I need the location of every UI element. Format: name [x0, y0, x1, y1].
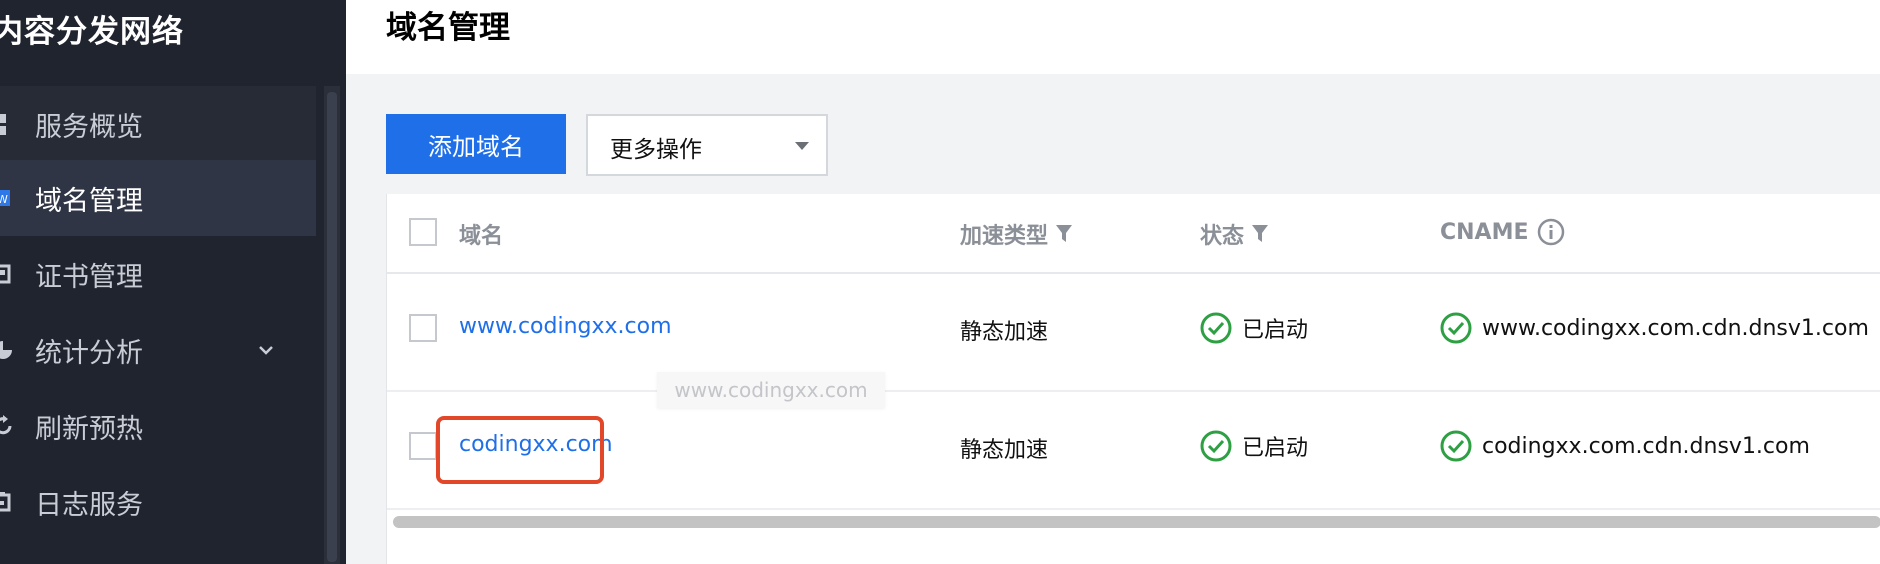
acceleration-type: 静态加速 [960, 438, 1049, 463]
column-header-type: 加速类型 [960, 218, 1073, 250]
sidebar-item-label: 日志服务 [35, 489, 143, 521]
cname-cell: codingxx.com.cdn.dnsv1.com [1440, 430, 1810, 462]
sidebar-item-statistics[interactable]: 统计分析 [0, 312, 316, 388]
acceleration-type: 静态加速 [960, 320, 1049, 345]
check-circle-icon [1200, 312, 1232, 344]
check-circle-icon [1440, 312, 1472, 344]
domain-icon: W [0, 190, 10, 206]
add-domain-button[interactable]: 添加域名 [386, 114, 566, 174]
page-title: 域名管理 [386, 10, 510, 46]
domain-link[interactable]: www.codingxx.com [459, 314, 672, 339]
table-row: www.codingxx.com 静态加速 已启动 www.codingxx.c… [387, 274, 1880, 392]
sidebar-item-domain[interactable]: W 域名管理 [0, 160, 316, 236]
sidebar-item-label: 域名管理 [35, 185, 143, 217]
filter-icon[interactable] [1252, 225, 1269, 243]
sidebar-item-label: 服务概览 [35, 111, 143, 143]
chevron-down-icon[interactable] [258, 344, 274, 356]
highlight-annotation [436, 416, 604, 484]
sidebar-item-label: 刷新预热 [35, 413, 143, 445]
table-header: 域名 加速类型 状态 CNAME [387, 194, 1880, 274]
chart-icon [0, 341, 12, 359]
info-icon[interactable] [1537, 218, 1565, 246]
refresh-icon [0, 415, 12, 435]
sidebar-scrollbar-thumb[interactable] [327, 92, 337, 562]
sidebar-item-label: 统计分析 [35, 337, 143, 369]
certificate-icon [0, 264, 11, 284]
status-cell: 已启动 [1200, 430, 1308, 462]
status-text: 已启动 [1242, 318, 1309, 343]
status-text: 已启动 [1242, 436, 1309, 461]
column-header-domain: 域名 [459, 224, 504, 249]
sidebar-item-label: 证书管理 [35, 261, 143, 293]
status-cell: 已启动 [1200, 312, 1308, 344]
svg-text:W: W [0, 193, 8, 206]
more-actions-label: 更多操作 [610, 137, 702, 163]
caret-down-icon [795, 142, 809, 150]
select-all-checkbox[interactable] [409, 218, 437, 246]
sidebar: 内容分发网络 服务概览 W 域名管理 证书管理 统计分析 刷新预热 日志服务 [0, 0, 346, 564]
domain-table: 域名 加速类型 状态 CNAME www.codingxx.com 静态加速 已… [386, 194, 1880, 564]
sidebar-item-refresh[interactable]: 刷新预热 [0, 388, 316, 464]
overview-icon [0, 114, 6, 135]
log-icon [0, 492, 11, 512]
check-circle-icon [1200, 430, 1232, 462]
row-checkbox[interactable] [409, 432, 437, 460]
row-checkbox[interactable] [409, 314, 437, 342]
sidebar-item-certificate[interactable]: 证书管理 [0, 236, 316, 312]
cname-text: www.codingxx.com.cdn.dnsv1.com [1482, 315, 1869, 341]
page-header: 域名管理 [346, 0, 1880, 74]
more-actions-select[interactable]: 更多操作 [586, 114, 828, 176]
cname-cell: www.codingxx.com.cdn.dnsv1.com [1440, 312, 1869, 344]
sidebar-item-overview[interactable]: 服务概览 [0, 86, 316, 162]
domain-tooltip: www.codingxx.com [657, 372, 885, 408]
filter-icon[interactable] [1056, 225, 1073, 243]
cname-text: codingxx.com.cdn.dnsv1.com [1482, 433, 1810, 459]
sidebar-title: 内容分发网络 [0, 14, 184, 50]
sidebar-scrollbar[interactable] [324, 86, 340, 564]
table-row: codingxx.com 静态加速 已启动 codingxx.com.cdn.d… [387, 392, 1880, 510]
column-header-cname: CNAME [1440, 218, 1565, 246]
column-header-status: 状态 [1200, 218, 1269, 250]
horizontal-scrollbar[interactable] [393, 516, 1880, 528]
sidebar-item-log[interactable]: 日志服务 [0, 464, 316, 540]
check-circle-icon [1440, 430, 1472, 462]
